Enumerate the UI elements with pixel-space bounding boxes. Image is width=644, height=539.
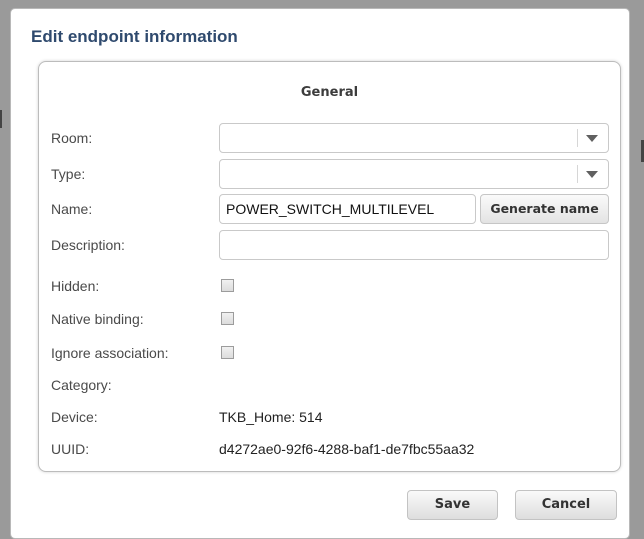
chevron-down-icon[interactable] (586, 135, 598, 142)
device-value: TKB_Home: 514 (219, 409, 323, 425)
background-edge-left (0, 110, 2, 128)
category-label: Category: (51, 377, 112, 393)
room-select[interactable] (219, 123, 609, 153)
description-input[interactable] (219, 230, 609, 260)
edit-endpoint-dialog: Edit endpoint information General Room: … (10, 8, 630, 539)
uuid-value: d4272ae0-92f6-4288-baf1-de7fbc55aa32 (219, 441, 475, 457)
type-select[interactable] (219, 159, 609, 189)
ignore-association-label: Ignore association: (51, 345, 169, 361)
chevron-down-icon[interactable] (586, 171, 598, 178)
native-binding-label: Native binding: (51, 311, 144, 327)
room-select-divider (577, 129, 578, 147)
room-label: Room: (51, 130, 93, 146)
device-label: Device: (51, 409, 98, 425)
type-select-divider (577, 165, 578, 183)
save-button[interactable]: Save (407, 490, 498, 520)
dialog-title: Edit endpoint information (31, 27, 238, 46)
ignore-association-checkbox[interactable] (221, 346, 234, 359)
native-binding-checkbox[interactable] (221, 312, 234, 325)
name-input[interactable]: POWER_SWITCH_MULTILEVEL (219, 194, 476, 224)
cancel-button[interactable]: Cancel (515, 490, 617, 520)
name-label: Name: (51, 201, 93, 217)
general-panel: General Room: Type: Name: POWER_SWITCH_M… (38, 61, 621, 472)
hidden-checkbox[interactable] (221, 279, 234, 292)
hidden-label: Hidden: (51, 278, 100, 294)
uuid-label: UUID: (51, 441, 90, 457)
generate-name-button[interactable]: Generate name (480, 194, 609, 224)
type-label: Type: (51, 166, 86, 182)
section-title: General (300, 85, 359, 100)
description-label: Description: (51, 237, 125, 253)
